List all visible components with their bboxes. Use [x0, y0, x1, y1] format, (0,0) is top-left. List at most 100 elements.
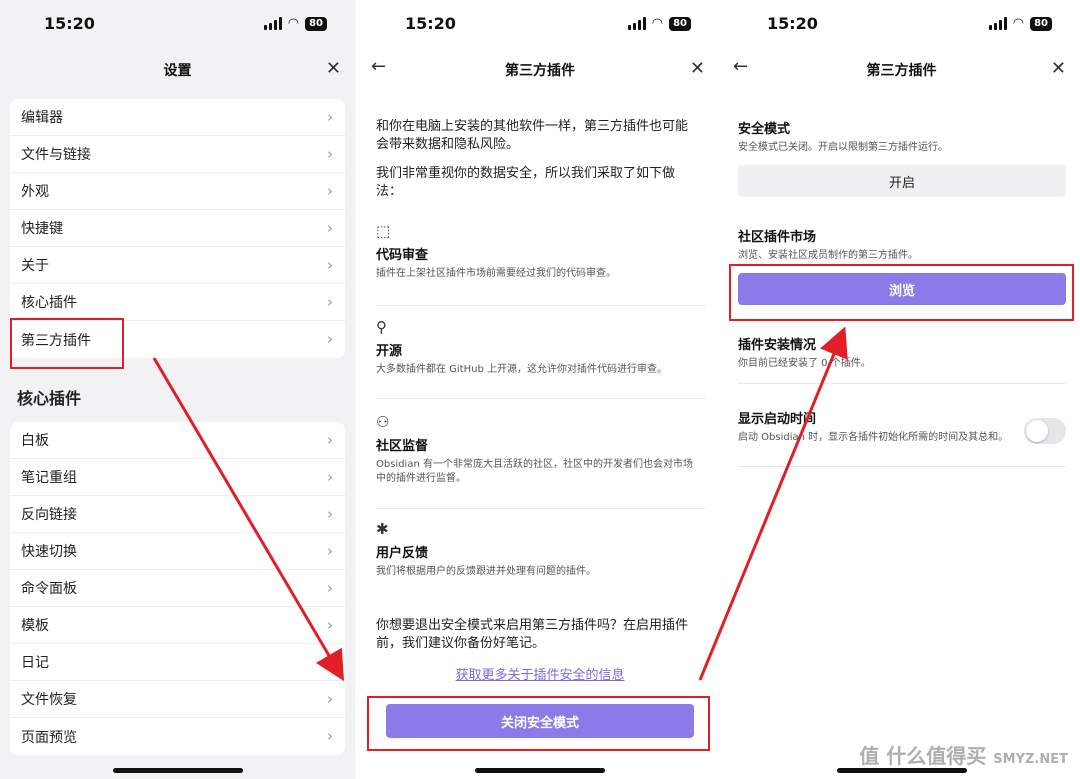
community-plugins-intro-screen: 15:20 ◠ 80 ← 第三方插件 ✕ 和你在电脑上安装的其他软件一样，第三方… — [361, 0, 719, 779]
toggle-knob — [1026, 420, 1048, 442]
chevron-right-icon: › — [327, 330, 333, 348]
panel-separator — [355, 0, 360, 779]
core-item-canvas[interactable]: 白板 › — [10, 422, 345, 459]
review-icon: ⬚ — [376, 222, 391, 240]
settings-item-appearance[interactable]: 外观 › — [10, 173, 345, 210]
chevron-right-icon: › — [327, 468, 333, 486]
settings-item-core-plugins[interactable]: 核心插件 › — [10, 284, 345, 321]
feature-user-feedback: ✱ 用户反馈 我们将根据用户的反馈跟进并处理有问题的插件。 — [376, 520, 706, 579]
close-icon[interactable]: ✕ — [1051, 58, 1066, 79]
signal-icon — [263, 17, 282, 30]
highlight-box-disable-safe-mode — [367, 696, 710, 751]
enable-safe-mode-button[interactable]: 开启 — [738, 165, 1066, 197]
close-icon[interactable]: ✕ — [690, 58, 705, 79]
page-title: 设置 — [163, 63, 192, 79]
setting-desc: 浏览、安装社区成员制作的第三方插件。 — [738, 250, 918, 261]
settings-item-files-links[interactable]: 文件与链接 › — [10, 136, 345, 173]
settings-item-label: 外观 — [21, 184, 49, 200]
setting-desc: 启动 Obsidian 时，显示各插件初始化所需的时间及其总和。 — [738, 432, 1009, 443]
battery-icon: 80 — [669, 16, 691, 31]
signal-icon — [988, 17, 1007, 30]
core-item-backlinks[interactable]: 反向链接 › — [10, 496, 345, 533]
chevron-right-icon: › — [327, 293, 333, 311]
status-time: 15:20 — [767, 14, 818, 33]
status-bar: 15:20 ◠ 80 — [723, 0, 1080, 48]
startup-time-toggle[interactable] — [1024, 418, 1066, 444]
watermark-text: 值 什么值得买 — [859, 744, 987, 768]
settings-item-label: 关于 — [21, 258, 49, 274]
settings-item-editor[interactable]: 编辑器 › — [10, 99, 345, 136]
more-info-link[interactable]: 获取更多关于插件安全的信息 — [361, 664, 719, 683]
battery-icon: 80 — [1030, 16, 1052, 31]
nav-bar: 设置 ✕ — [0, 52, 355, 86]
signal-icon — [627, 17, 646, 30]
core-item-note-composer[interactable]: 笔记重组 › — [10, 459, 345, 496]
home-indicator — [113, 768, 243, 773]
settings-item-label: 核心插件 — [21, 295, 77, 311]
divider — [738, 383, 1066, 384]
chevron-right-icon: › — [327, 431, 333, 449]
close-icon[interactable]: ✕ — [326, 58, 341, 79]
core-item-templates[interactable]: 模板 › — [10, 607, 345, 644]
home-indicator — [475, 768, 605, 773]
status-time: 15:20 — [44, 14, 95, 33]
wifi-icon: ◠ — [1012, 16, 1025, 31]
chevron-right-icon: › — [327, 616, 333, 634]
page-title: 第三方插件 — [505, 63, 575, 79]
settings-screen: 15:20 ◠ 80 设置 ✕ 编辑器 › 文件与链接 › 外观 › 快捷键 › 关于 ›… — [0, 0, 355, 779]
core-item-label: 白板 — [21, 433, 49, 449]
highlight-box-community-plugins — [10, 318, 124, 369]
core-item-label: 页面预览 — [21, 729, 77, 746]
divider — [376, 398, 706, 399]
feature-community-oversight: ⚇ 社区监督 Obsidian 有一个非常庞大且活跃的社区，社区中的开发者们也会… — [376, 413, 706, 486]
nav-bar: ← 第三方插件 ✕ — [723, 52, 1080, 86]
community-plugins-settings-screen: 15:20 ◠ 80 ← 第三方插件 ✕ 安全模式 安全模式已关闭。开启以限制第… — [723, 0, 1080, 779]
section-title-core-plugins: 核心插件 — [17, 389, 82, 408]
feature-code-review: ⬚ 代码审查 插件在上架社区插件市场前需要经过我们的代码审查。 — [376, 222, 706, 281]
setting-desc: 你目前已经安装了 0 个插件。 — [738, 358, 871, 369]
settings-item-label: 编辑器 — [21, 110, 63, 126]
feature-name: 用户反馈 — [376, 546, 429, 561]
page-title: 第三方插件 — [866, 63, 937, 79]
feature-open-source: ⚲ 开源 大多数插件都在 GitHub 上开源，这允许你对插件代码进行审查。 — [376, 318, 706, 377]
core-item-command-palette[interactable]: 命令面板 › — [10, 570, 345, 607]
core-item-label: 日记 — [21, 655, 49, 671]
highlight-box-browse — [729, 264, 1074, 321]
core-item-daily-notes[interactable]: 日记 › — [10, 644, 345, 681]
core-item-file-recovery[interactable]: 文件恢复 › — [10, 681, 345, 718]
startup-time-setting: 显示启动时间 启动 Obsidian 时，显示各插件初始化所需的时间及其总和。 — [738, 408, 1013, 445]
intro-text: 和你在电脑上安装的其他软件一样，第三方插件也可能会带来数据和隐私风险。 — [376, 119, 689, 152]
feature-desc: Obsidian 有一个非常庞大且活跃的社区，社区中的开发者们也会对市场中的插件… — [376, 459, 693, 484]
settings-item-about[interactable]: 关于 › — [10, 247, 345, 284]
core-item-page-preview[interactable]: 页面预览 › — [10, 718, 345, 755]
status-bar: 15:20 ◠ 80 — [361, 0, 719, 48]
settings-item-hotkeys[interactable]: 快捷键 › — [10, 210, 345, 247]
core-item-label: 快速切换 — [21, 544, 77, 560]
core-plugins-list: 白板 › 笔记重组 › 反向链接 › 快速切换 › 命令面板 › 模板 › 日记 › 文件恢复… — [10, 422, 345, 755]
chevron-right-icon: › — [327, 579, 333, 597]
chevron-right-icon: › — [327, 505, 333, 523]
setting-title: 显示启动时间 — [738, 412, 817, 427]
users-icon: ⚇ — [376, 413, 390, 431]
feature-desc: 插件在上架社区插件市场前需要经过我们的代码审查。 — [376, 268, 616, 279]
community-market-setting: 社区插件市场 浏览、安装社区成员制作的第三方插件。 — [738, 226, 1068, 263]
chevron-right-icon: › — [327, 219, 333, 237]
feature-name: 开源 — [376, 344, 403, 359]
divider — [376, 508, 706, 509]
chevron-right-icon: › — [327, 542, 333, 560]
core-item-label: 模板 — [21, 618, 49, 634]
nav-bar: ← 第三方插件 ✕ — [361, 52, 719, 86]
chevron-right-icon: › — [327, 653, 333, 671]
chevron-right-icon: › — [327, 182, 333, 200]
core-item-label: 文件恢复 — [21, 692, 77, 708]
intro-text-2: 我们非常重视你的数据安全，所以我们采取了如下做法： — [376, 166, 676, 199]
core-item-quick-switcher[interactable]: 快速切换 › — [10, 533, 345, 570]
feature-name: 代码审查 — [376, 248, 429, 263]
core-item-label: 笔记重组 — [21, 470, 77, 486]
github-icon: ⚲ — [376, 318, 387, 336]
setting-title: 插件安装情况 — [738, 338, 817, 353]
status-time: 15:20 — [405, 14, 456, 33]
installed-plugins-setting: 插件安装情况 你目前已经安装了 0 个插件。 — [738, 334, 1068, 371]
chevron-right-icon: › — [327, 145, 333, 163]
safe-mode-setting: 安全模式 安全模式已关闭。开启以限制第三方插件运行。 — [738, 118, 1068, 155]
